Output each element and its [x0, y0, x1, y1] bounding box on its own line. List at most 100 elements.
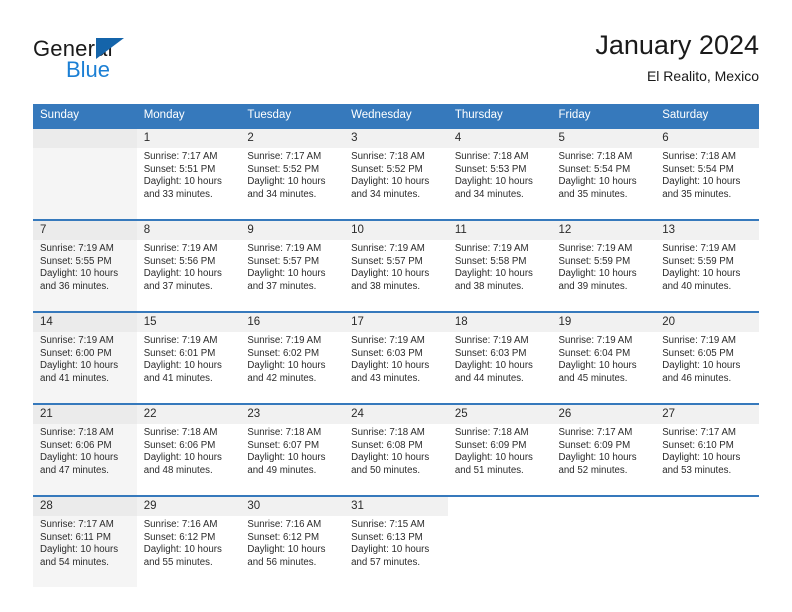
- day-info-sunset: Sunset: 6:12 PM: [143, 531, 216, 543]
- day-info-sunrise: Sunrise: 7:18 AM: [454, 427, 529, 438]
- day-info-sunrise: Sunrise: 7:19 AM: [351, 243, 425, 254]
- calendar-day-cell[interactable]: [655, 495, 759, 587]
- calendar-day-cell[interactable]: 7 Sunrise: 7:19 AM Sunset: 5:55 PM Daylight…: [33, 219, 137, 312]
- day-info-daylight-line1: Daylight: 10 hours: [558, 452, 637, 464]
- day-sun-info: Sunrise: 7:19 AM Sunset: 5:57 PM Daylight:…: [344, 240, 448, 293]
- day-info-sunrise: Sunrise: 7:18 AM: [40, 427, 114, 438]
- day-cell-inner: [552, 497, 656, 587]
- calendar-day-cell[interactable]: 14 Sunrise: 7:19 AM Sunset: 6:00 PM Dayligh…: [33, 311, 137, 404]
- day-number: 1: [136, 129, 241, 148]
- day-info-sunrise: Sunrise: 7:19 AM: [454, 243, 529, 254]
- calendar-day-cell[interactable]: 27 Sunrise: 7:17 AM Sunset: 6:10 PM Dayligh…: [655, 403, 759, 496]
- calendar-day-cell[interactable]: 24 Sunrise: 7:18 AM Sunset: 6:08 PM Dayligh…: [344, 403, 448, 496]
- day-info-sunset: Sunset: 6:01 PM: [143, 347, 216, 359]
- day-number: 17: [344, 313, 448, 332]
- day-number: 31: [344, 497, 448, 516]
- calendar-day-cell[interactable]: 31 Sunrise: 7:15 AM Sunset: 6:13 PM Dayligh…: [344, 495, 448, 587]
- day-sun-info: Sunrise: 7:19 AM Sunset: 6:05 PM Daylight:…: [655, 332, 759, 385]
- day-sun-info: Sunrise: 7:17 AM Sunset: 6:09 PM Daylight:…: [552, 424, 656, 477]
- day-cell-inner: 14 Sunrise: 7:19 AM Sunset: 6:00 PM Dayligh…: [33, 313, 137, 403]
- calendar-day-cell[interactable]: 2 Sunrise: 7:17 AM Sunset: 5:52 PM Daylight…: [240, 127, 345, 220]
- day-sun-info: Sunrise: 7:19 AM Sunset: 5:59 PM Daylight:…: [552, 240, 656, 293]
- day-info-daylight-line2: and 41 minutes.: [40, 372, 109, 384]
- calendar-day-cell[interactable]: 23 Sunrise: 7:18 AM Sunset: 6:07 PM Dayligh…: [240, 403, 345, 496]
- page-header: General Blue January 2024 El Realito, Me…: [33, 28, 759, 96]
- calendar-day-cell[interactable]: 19 Sunrise: 7:19 AM Sunset: 6:04 PM Dayligh…: [551, 311, 656, 404]
- day-cell-inner: 21 Sunrise: 7:18 AM Sunset: 6:06 PM Dayligh…: [33, 405, 137, 495]
- calendar-day-cell[interactable]: 21 Sunrise: 7:18 AM Sunset: 6:06 PM Dayligh…: [33, 403, 137, 496]
- day-info-sunrise: Sunrise: 7:19 AM: [40, 335, 114, 346]
- calendar-day-cell[interactable]: 1 Sunrise: 7:17 AM Sunset: 5:51 PM Daylight…: [136, 127, 241, 220]
- day-cell-inner: 5 Sunrise: 7:18 AM Sunset: 5:54 PM Daylight…: [551, 129, 656, 219]
- day-info-daylight-line1: Daylight: 10 hours: [40, 544, 119, 556]
- calendar-day-cell[interactable]: 5 Sunrise: 7:18 AM Sunset: 5:54 PM Daylight…: [551, 127, 656, 220]
- calendar-day-cell[interactable]: 26 Sunrise: 7:17 AM Sunset: 6:09 PM Dayligh…: [551, 403, 656, 496]
- day-info-daylight-line1: Daylight: 10 hours: [143, 268, 222, 280]
- day-sun-info: Sunrise: 7:19 AM Sunset: 6:03 PM Daylight:…: [448, 332, 552, 385]
- calendar-day-cell[interactable]: [447, 495, 552, 587]
- day-info-sunrise: Sunrise: 7:17 AM: [247, 151, 322, 162]
- calendar-day-cell[interactable]: [33, 127, 137, 220]
- day-info-daylight-line2: and 47 minutes.: [40, 464, 109, 476]
- calendar-week-row: 1 Sunrise: 7:17 AM Sunset: 5:51 PM Daylight…: [33, 127, 759, 220]
- day-info-daylight-line1: Daylight: 10 hours: [662, 360, 741, 372]
- calendar-day-cell[interactable]: 25 Sunrise: 7:18 AM Sunset: 6:09 PM Dayligh…: [447, 403, 552, 496]
- day-info-daylight-line2: and 34 minutes.: [454, 188, 524, 200]
- day-number: 13: [655, 221, 759, 240]
- day-cell-inner: 31 Sunrise: 7:15 AM Sunset: 6:13 PM Dayligh…: [344, 497, 448, 587]
- calendar-day-cell[interactable]: 22 Sunrise: 7:18 AM Sunset: 6:06 PM Dayligh…: [136, 403, 241, 496]
- calendar-day-cell[interactable]: 15 Sunrise: 7:19 AM Sunset: 6:01 PM Dayligh…: [136, 311, 241, 404]
- day-info-daylight-line1: Daylight: 10 hours: [454, 360, 533, 372]
- day-cell-inner: 27 Sunrise: 7:17 AM Sunset: 6:10 PM Dayligh…: [655, 405, 759, 495]
- day-info-daylight-line1: Daylight: 10 hours: [662, 176, 741, 188]
- weekday-header-monday: Monday: [136, 104, 241, 128]
- calendar-day-cell[interactable]: 29 Sunrise: 7:16 AM Sunset: 6:12 PM Dayligh…: [136, 495, 241, 587]
- calendar-day-cell[interactable]: 30 Sunrise: 7:16 AM Sunset: 6:12 PM Dayligh…: [240, 495, 345, 587]
- day-number: 16: [240, 313, 345, 332]
- calendar-day-cell[interactable]: 11 Sunrise: 7:19 AM Sunset: 5:58 PM Dayligh…: [447, 219, 552, 312]
- calendar-day-cell[interactable]: 16 Sunrise: 7:19 AM Sunset: 6:02 PM Dayligh…: [240, 311, 345, 404]
- calendar-day-cell[interactable]: 9 Sunrise: 7:19 AM Sunset: 5:57 PM Daylight…: [240, 219, 345, 312]
- day-cell-inner: 23 Sunrise: 7:18 AM Sunset: 6:07 PM Dayligh…: [240, 405, 345, 495]
- day-info-daylight-line1: Daylight: 10 hours: [143, 360, 222, 372]
- calendar-day-cell[interactable]: 4 Sunrise: 7:18 AM Sunset: 5:53 PM Daylight…: [447, 127, 552, 220]
- day-info-sunrise: Sunrise: 7:18 AM: [143, 427, 218, 438]
- day-info-sunset: Sunset: 6:05 PM: [662, 347, 734, 359]
- calendar-day-cell[interactable]: 10 Sunrise: 7:19 AM Sunset: 5:57 PM Dayligh…: [344, 219, 448, 312]
- day-info-daylight-line1: Daylight: 10 hours: [558, 268, 637, 280]
- day-info-sunset: Sunset: 6:02 PM: [247, 347, 320, 359]
- calendar-day-cell[interactable]: 28 Sunrise: 7:17 AM Sunset: 6:11 PM Dayligh…: [33, 495, 137, 587]
- day-info-daylight-line1: Daylight: 10 hours: [247, 544, 326, 556]
- day-info-daylight-line2: and 56 minutes.: [247, 556, 317, 568]
- calendar-day-cell[interactable]: 6 Sunrise: 7:18 AM Sunset: 5:54 PM Daylight…: [655, 127, 759, 220]
- day-info-daylight-line2: and 53 minutes.: [662, 464, 732, 476]
- day-info-sunset: Sunset: 6:07 PM: [247, 439, 320, 451]
- day-sun-info: Sunrise: 7:19 AM Sunset: 6:00 PM Daylight:…: [33, 332, 137, 385]
- day-info-sunrise: Sunrise: 7:17 AM: [143, 151, 218, 162]
- calendar-page: General Blue January 2024 El Realito, Me…: [0, 0, 792, 612]
- day-number: 20: [655, 313, 759, 332]
- weekday-header-wednesday: Wednesday: [344, 104, 448, 128]
- calendar-day-cell[interactable]: 18 Sunrise: 7:19 AM Sunset: 6:03 PM Dayligh…: [447, 311, 552, 404]
- day-info-daylight-line1: Daylight: 10 hours: [40, 360, 119, 372]
- calendar-day-cell[interactable]: [551, 495, 656, 587]
- calendar-body: 1 Sunrise: 7:17 AM Sunset: 5:51 PM Daylight…: [33, 127, 759, 587]
- day-info-sunrise: Sunrise: 7:19 AM: [662, 335, 736, 346]
- day-number: 24: [344, 405, 448, 424]
- general-blue-logo[interactable]: General Blue: [33, 36, 273, 92]
- day-info-sunrise: Sunrise: 7:19 AM: [247, 243, 322, 254]
- calendar-day-cell[interactable]: 20 Sunrise: 7:19 AM Sunset: 6:05 PM Dayligh…: [655, 311, 759, 404]
- calendar-day-cell[interactable]: 13 Sunrise: 7:19 AM Sunset: 5:59 PM Dayligh…: [655, 219, 759, 312]
- day-info-sunset: Sunset: 6:13 PM: [351, 531, 423, 543]
- day-number: 28: [33, 497, 137, 516]
- calendar-day-cell[interactable]: 3 Sunrise: 7:18 AM Sunset: 5:52 PM Daylight…: [344, 127, 448, 220]
- day-cell-inner: [655, 497, 759, 587]
- calendar-day-cell[interactable]: 17 Sunrise: 7:19 AM Sunset: 6:03 PM Dayligh…: [344, 311, 448, 404]
- calendar-day-cell[interactable]: 12 Sunrise: 7:19 AM Sunset: 5:59 PM Dayligh…: [551, 219, 656, 312]
- day-info-sunset: Sunset: 5:51 PM: [143, 163, 216, 175]
- day-number: [448, 497, 552, 516]
- day-cell-inner: 12 Sunrise: 7:19 AM Sunset: 5:59 PM Dayligh…: [551, 221, 656, 311]
- title-block: January 2024 El Realito, Mexico: [595, 28, 759, 87]
- calendar-day-cell[interactable]: 8 Sunrise: 7:19 AM Sunset: 5:56 PM Daylight…: [136, 219, 241, 312]
- weekday-header-sunday: Sunday: [33, 104, 137, 128]
